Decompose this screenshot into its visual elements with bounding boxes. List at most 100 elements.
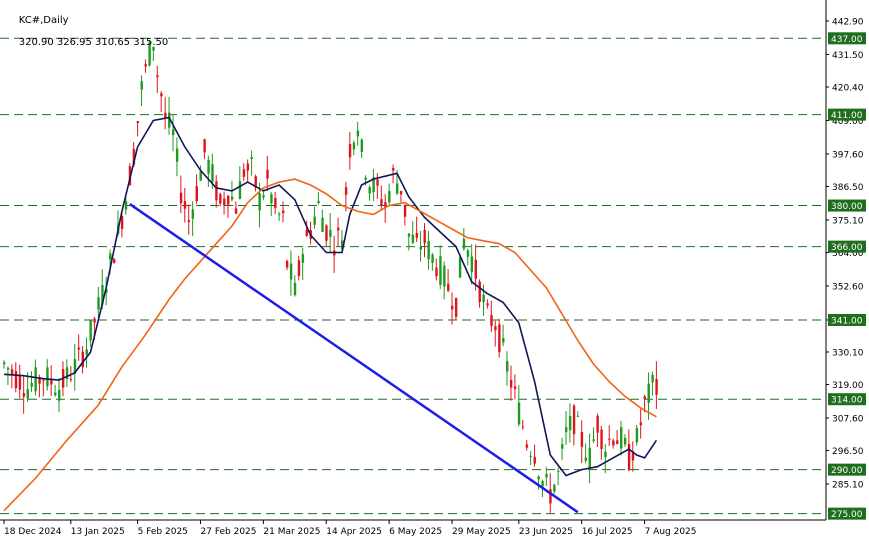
price-level-label: 366.00	[831, 243, 863, 253]
candle-body	[576, 415, 580, 417]
candle-body	[360, 139, 364, 152]
candle-body	[623, 438, 627, 445]
candle-body	[568, 416, 572, 431]
candle-body	[297, 260, 301, 277]
candle-body	[30, 383, 33, 387]
candle-body	[537, 476, 540, 480]
candle-body	[164, 112, 167, 118]
candle-body	[368, 187, 371, 194]
candle-body	[270, 194, 273, 204]
candle-body	[451, 305, 454, 310]
candle-body	[423, 229, 426, 244]
candle-body	[396, 183, 399, 194]
candle-body	[160, 93, 163, 97]
candle-body	[211, 164, 214, 182]
candle-body	[223, 198, 226, 206]
candle-body	[521, 426, 525, 428]
y-tick-label: 375.10	[832, 216, 864, 226]
candle-body	[22, 393, 26, 397]
candle-body	[352, 142, 356, 150]
candle-body	[207, 159, 210, 174]
x-tick-label: 7 Aug 2025	[645, 527, 697, 537]
x-tick-label: 23 Jun 2025	[519, 527, 573, 537]
chart-root: 442.90 431.50 420.40 409.00 397.60 386.50 375.…	[0, 0, 869, 541]
candle-body	[219, 193, 222, 204]
candle-body	[230, 196, 234, 200]
candle-body	[454, 297, 458, 317]
candle-body	[561, 444, 564, 449]
price-level-label: 290.00	[831, 466, 863, 476]
y-tick-label: 397.60	[832, 150, 864, 160]
candle-body	[498, 324, 501, 353]
candle-body	[627, 444, 631, 471]
candle-body	[557, 470, 560, 472]
candle-body	[458, 256, 462, 278]
candle-body	[3, 362, 6, 365]
candle-body	[553, 484, 556, 492]
y-tick-label: 307.60	[832, 414, 864, 424]
candle-body	[14, 371, 18, 389]
candle-body	[89, 320, 92, 341]
y-tick-label: 442.90	[832, 18, 864, 28]
candle-body	[266, 169, 269, 179]
candle-body	[93, 318, 96, 323]
candle-body	[529, 455, 533, 457]
chart-header: KC#,Daily 320.90 326.95 310.65 315.50	[6, 4, 169, 59]
candle-body	[97, 297, 100, 310]
candle-body	[54, 392, 57, 396]
x-tick-label: 29 May 2025	[452, 527, 511, 537]
candle-body	[364, 177, 367, 180]
y-tick-label: 296.50	[832, 447, 864, 457]
chart-plot[interactable]: 442.90431.50420.40409.00397.60386.50375.…	[0, 0, 869, 541]
candle-body	[466, 250, 470, 257]
candle-body	[156, 75, 159, 78]
x-tick-label: 18 Dec 2024	[4, 527, 62, 537]
candle	[498, 318, 501, 358]
candle-body	[246, 163, 250, 171]
candle-body	[494, 326, 497, 331]
candle-body	[435, 267, 438, 277]
candle-body	[407, 233, 411, 237]
candle-body	[234, 208, 238, 214]
candle-body	[592, 439, 595, 442]
candle-body	[643, 396, 646, 400]
candle-body	[572, 405, 576, 435]
candle-body	[348, 144, 352, 158]
candle-body	[46, 367, 49, 387]
price-level-label: 275.00	[831, 510, 863, 520]
candle-body	[215, 181, 218, 201]
candle-body	[502, 338, 505, 343]
candle-body	[183, 201, 187, 209]
candle-body	[439, 256, 442, 285]
candle-body	[616, 440, 619, 445]
candle-body	[282, 210, 285, 214]
candle-body	[655, 378, 658, 395]
candle-body	[191, 209, 195, 219]
price-level-label: 341.00	[831, 316, 863, 326]
x-tick-label: 13 Jan 2025	[71, 527, 125, 537]
candle-body	[289, 263, 293, 280]
candle-body	[69, 378, 73, 380]
candle-body	[258, 193, 261, 211]
candle-body	[596, 415, 599, 433]
candle-body	[113, 259, 116, 264]
candle-body	[411, 234, 415, 243]
candle-body	[513, 386, 517, 390]
candle-body	[431, 254, 434, 263]
y-tick-label: 420.40	[832, 84, 864, 94]
y-tick-label: 319.00	[832, 381, 864, 391]
candle-body	[419, 247, 422, 250]
candle-body	[77, 347, 81, 350]
candle-body	[399, 190, 403, 195]
candle-body	[443, 265, 446, 287]
candle-body	[506, 360, 509, 372]
x-tick-label: 27 Feb 2025	[201, 527, 257, 537]
candle-body	[356, 130, 360, 137]
candle-body	[380, 199, 383, 206]
x-tick-label: 21 Mar 2025	[263, 527, 320, 537]
candle-body	[470, 256, 474, 273]
candle-body	[545, 473, 548, 478]
candle-body	[600, 429, 603, 449]
candle-body	[85, 349, 88, 355]
price-level-label: 411.00	[831, 111, 863, 121]
